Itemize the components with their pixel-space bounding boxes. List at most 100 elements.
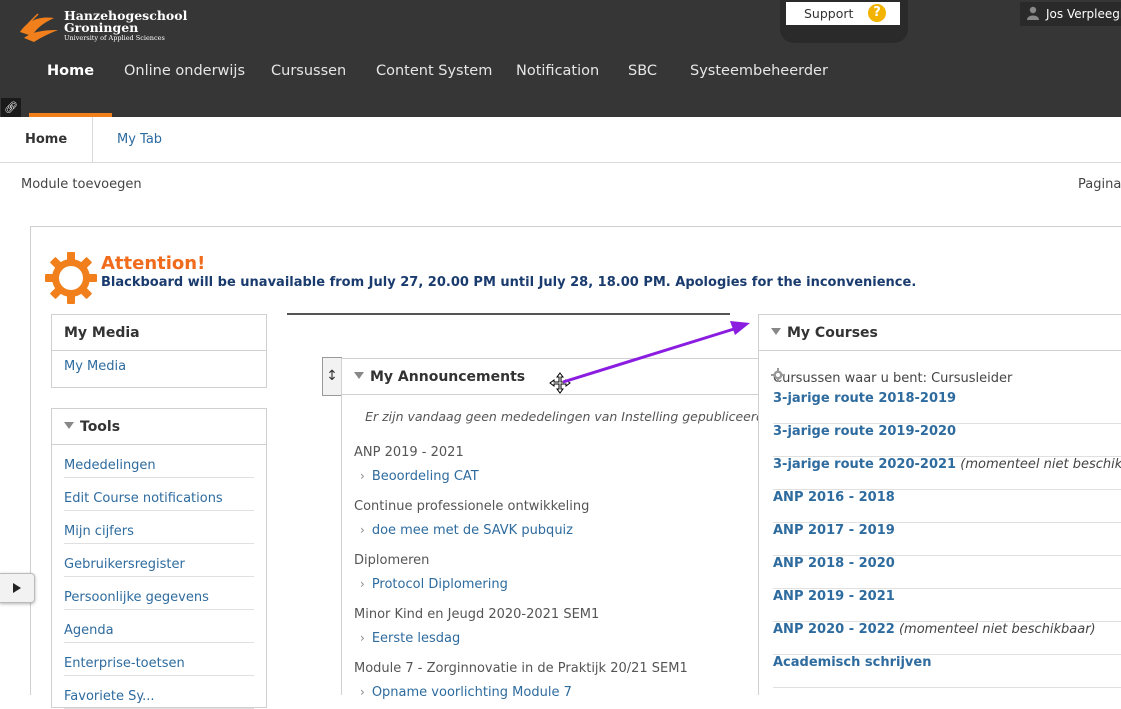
attention-banner: Attention! Blackboard will be unavailabl… bbox=[44, 251, 944, 306]
course-link[interactable]: ANP 2019 - 2021 bbox=[773, 589, 895, 604]
tools-header[interactable]: Tools bbox=[52, 409, 266, 445]
nav-sbc[interactable]: SBC bbox=[628, 63, 657, 117]
course-row: ANP 2017 - 2019 bbox=[773, 523, 1121, 556]
brand-line2: Groningen bbox=[64, 20, 139, 35]
tools-list: Mededelingen Edit Course notifications M… bbox=[52, 445, 266, 709]
tools-item[interactable]: Gebruikersregister bbox=[64, 544, 254, 577]
courses-header[interactable]: My Courses bbox=[759, 315, 1121, 351]
add-module-button[interactable]: Module toevoegen bbox=[21, 177, 142, 192]
user-menu[interactable]: Jos Verpleegk bbox=[1020, 2, 1121, 26]
module-settings-gear-icon[interactable] bbox=[771, 368, 785, 382]
chevron-right-icon: › bbox=[360, 469, 365, 483]
course-row: ANP 2018 - 2020 bbox=[773, 556, 1121, 589]
nav-notification[interactable]: Notification bbox=[516, 63, 599, 117]
announcement-course: Diplomeren bbox=[354, 553, 430, 568]
nav-systeembeheerder[interactable]: Systeembeheerder bbox=[690, 63, 828, 117]
course-row: 3-jarige route 2018-2019 bbox=[773, 391, 1121, 424]
course-row: ANP 2019 - 2021 bbox=[773, 589, 1121, 622]
no-announcements-message: Er zijn vandaag geen mededelingen van In… bbox=[365, 409, 768, 424]
gear-warning-icon bbox=[45, 252, 97, 304]
announcement-link-label: Opname voorlichting Module 7 bbox=[371, 685, 572, 700]
courses-title: My Courses bbox=[787, 325, 878, 341]
my-announcements-module: My Announcements Er zijn vandaag geen me… bbox=[341, 358, 792, 700]
collapse-triangle-icon[interactable] bbox=[354, 372, 364, 379]
logo-emblem-icon bbox=[20, 13, 58, 42]
announcement-link[interactable]: › Beoordeling CAT bbox=[360, 469, 479, 484]
my-courses-module: My Courses Cursussen waar u bent: Cursus… bbox=[758, 314, 1121, 695]
course-link[interactable]: ANP 2017 - 2019 bbox=[773, 523, 895, 538]
support-button[interactable]: Support ? bbox=[786, 2, 900, 25]
course-link[interactable]: 3-jarige route 2019-2020 bbox=[773, 424, 956, 439]
brand-line3: University of Applied Sciences bbox=[64, 34, 165, 42]
nav-home[interactable]: Home bbox=[28, 63, 113, 117]
user-name: Jos Verpleegk bbox=[1046, 7, 1121, 21]
course-note: (momenteel niet beschikbaar) bbox=[898, 622, 1096, 637]
tab-bar: Home My Tab bbox=[0, 117, 1121, 163]
chevron-right-icon: › bbox=[360, 577, 365, 591]
tools-item[interactable]: Mijn cijfers bbox=[64, 511, 254, 544]
announcement-link-label: Beoordeling CAT bbox=[371, 469, 479, 484]
hanze-logo[interactable]: Hanzehogeschool Groningen University of … bbox=[18, 8, 187, 48]
action-bar: Module toevoegen Pagina bbox=[0, 163, 1121, 209]
tools-title: Tools bbox=[80, 419, 121, 435]
tools-item[interactable]: Enterprise-toetsen bbox=[64, 643, 254, 676]
course-link[interactable]: 3-jarige route 2018-2019 bbox=[773, 391, 956, 406]
course-link[interactable]: ANP 2020 - 2022 bbox=[773, 622, 895, 637]
drop-target-indicator bbox=[287, 313, 730, 315]
course-link[interactable]: ANP 2018 - 2020 bbox=[773, 556, 895, 571]
announcements-title: My Announcements bbox=[370, 369, 526, 385]
chevron-right-icon: › bbox=[360, 523, 365, 537]
quick-links-icon[interactable]: 🔗︎ bbox=[1, 98, 21, 117]
announcement-course: ANP 2019 - 2021 bbox=[354, 445, 464, 460]
attention-message: Blackboard will be unavailable from July… bbox=[101, 275, 917, 290]
course-link[interactable]: ANP 2016 - 2018 bbox=[773, 490, 895, 505]
top-header: Hanzehogeschool Groningen University of … bbox=[0, 0, 1121, 117]
drag-handle[interactable]: ↕ bbox=[322, 357, 342, 396]
help-icon: ? bbox=[868, 4, 886, 22]
announcement-link[interactable]: › Eerste lesdag bbox=[360, 631, 460, 646]
support-label: Support bbox=[804, 6, 854, 21]
course-link[interactable]: Academisch schrijven bbox=[773, 655, 931, 670]
play-arrow-icon bbox=[13, 583, 21, 593]
tools-module: Tools Mededelingen Edit Course notificat… bbox=[51, 408, 267, 709]
course-row: ANP 2020 - 2022 (momenteel niet beschikb… bbox=[773, 622, 1121, 655]
course-link[interactable]: 3-jarige route 2020-2021 bbox=[773, 457, 956, 472]
announcement-link-label: Protocol Diplomering bbox=[371, 577, 508, 592]
tools-item[interactable]: Agenda bbox=[64, 610, 254, 643]
course-row: Academisch schrijven bbox=[773, 655, 1121, 688]
announcement-link[interactable]: › Protocol Diplomering bbox=[360, 577, 508, 592]
tools-item[interactable]: Persoonlijke gegevens bbox=[64, 577, 254, 610]
announcement-course: Minor Kind en Jeugd 2020-2021 SEM1 bbox=[354, 607, 600, 622]
course-row: ANP 2016 - 2018 bbox=[773, 490, 1121, 523]
announcement-course: Module 7 - Zorginnovatie in de Praktijk … bbox=[354, 661, 688, 676]
nav-content-system[interactable]: Content System bbox=[376, 63, 492, 117]
tab-home[interactable]: Home bbox=[0, 117, 93, 163]
attention-title: Attention! bbox=[101, 253, 206, 274]
courses-subtitle: Cursussen waar u bent: Cursusleider bbox=[773, 371, 1013, 386]
collapse-triangle-icon[interactable] bbox=[64, 422, 74, 429]
user-icon bbox=[1027, 6, 1039, 20]
expand-menu-button[interactable] bbox=[0, 573, 35, 603]
my-media-title[interactable]: My Media bbox=[52, 315, 266, 351]
announcement-link-label: doe mee met de SAVK pubquiz bbox=[371, 523, 573, 538]
tools-item[interactable]: Edit Course notifications bbox=[64, 478, 254, 511]
tab-my-tab[interactable]: My Tab bbox=[117, 132, 162, 147]
tools-item[interactable]: Favoriete Sy... bbox=[64, 676, 254, 709]
page-options-button[interactable]: Pagina bbox=[1078, 177, 1121, 192]
my-media-link[interactable]: My Media bbox=[64, 359, 126, 374]
course-row: 3-jarige route 2020-2021 (momenteel niet… bbox=[773, 457, 1121, 490]
course-row: 3-jarige route 2019-2020 bbox=[773, 424, 1121, 457]
course-note: (momenteel niet beschikbaar) bbox=[960, 457, 1121, 472]
collapse-triangle-icon[interactable] bbox=[771, 328, 781, 335]
nav-cursussen[interactable]: Cursussen bbox=[271, 63, 346, 117]
announcement-link[interactable]: › doe mee met de SAVK pubquiz bbox=[360, 523, 573, 538]
announcement-link-label: Eerste lesdag bbox=[371, 631, 461, 646]
announcement-link[interactable]: › Opname voorlichting Module 7 bbox=[360, 685, 572, 700]
main-nav: Home Online onderwijs Cursussen Content … bbox=[0, 55, 1121, 117]
tools-item[interactable]: Mededelingen bbox=[64, 445, 254, 478]
move-cursor-icon bbox=[549, 372, 571, 394]
my-media-module: My Media My Media bbox=[51, 314, 267, 388]
chevron-right-icon: › bbox=[360, 685, 365, 699]
announcement-course: Continue professionele ontwikkeling bbox=[354, 499, 590, 514]
nav-online-onderwijs[interactable]: Online onderwijs bbox=[124, 63, 245, 117]
